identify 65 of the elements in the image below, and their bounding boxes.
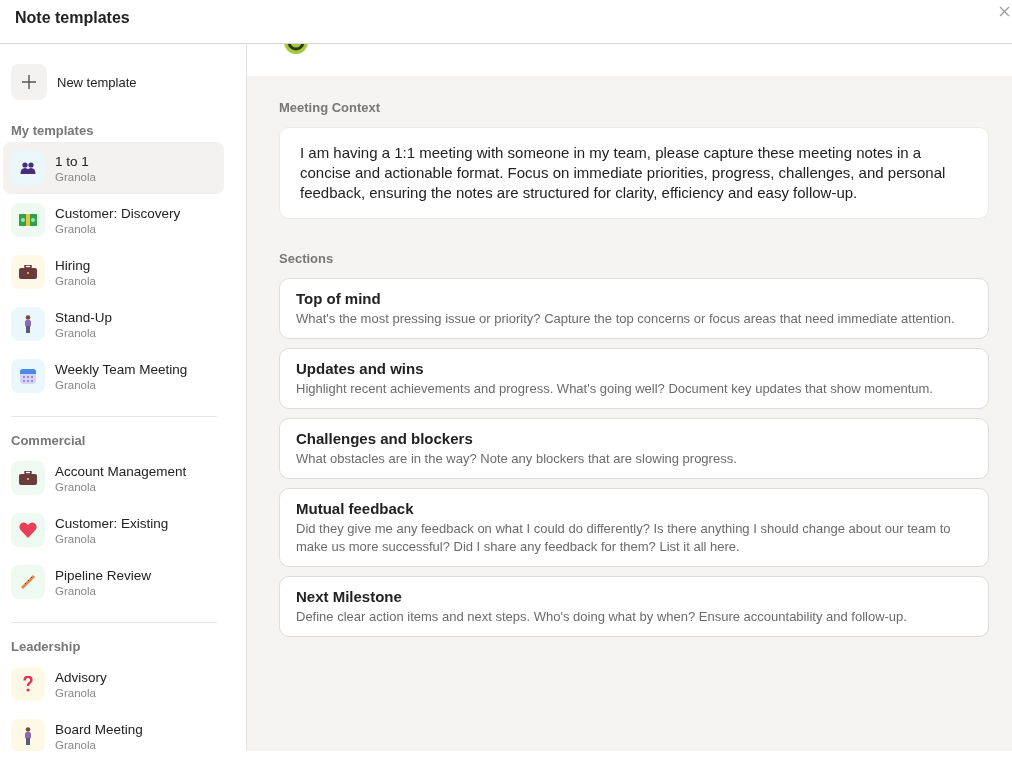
section-title: Mutual feedback [296, 500, 415, 517]
template-name: Advisory [55, 669, 107, 685]
group-title: Leadership [11, 639, 82, 654]
template-name: Board Meeting [55, 721, 143, 737]
ruler-icon [20, 574, 36, 590]
template-author: Granola [55, 326, 97, 339]
template-name: Weekly Team Meeting [55, 361, 188, 377]
section-title: Next Milestone [296, 588, 403, 605]
section-card[interactable] [279, 488, 989, 567]
window-title: Note templates [15, 8, 130, 27]
template-item[interactable]: Board Meeting Granola [3, 710, 217, 751]
template-item[interactable]: Customer: Existing Granola [3, 504, 217, 556]
section-card[interactable]: Top of mind What's the most pressing issue or priority? Capture the top concerns or focus areas that need immediate attention. [279, 278, 989, 339]
section-description: Did they give me any feedback on what I could do differently? Is there anything I should change about our team to make us more successful? Did I share any feedback for them? List it all here. [296, 520, 952, 556]
section-title: Updates and wins [296, 360, 425, 377]
section-card[interactable]: Next Milestone Define clear action items and next steps. Who's doing what by when? Ensure accountability and follow-up. [279, 576, 989, 637]
template-item[interactable]: Hiring Granola [3, 246, 224, 298]
person-icon [24, 727, 32, 745]
template-author: Granola [55, 480, 97, 493]
template-item[interactable]: Advisory Granola [3, 658, 217, 710]
new-template-button[interactable]: New template [3, 64, 145, 100]
section-title: Challenges and blockers [296, 430, 474, 447]
section-description: What's the most pressing issue or priority? Capture the top concerns or focus areas that need immediate attention. [296, 310, 956, 328]
template-author: Granola [55, 170, 96, 183]
template-name: Account Management [55, 463, 187, 479]
template-name: Stand-Up [55, 309, 113, 325]
section-description: Define clear action items and next steps. Who's doing what by when? Ensure accountability and follow-up. [296, 608, 908, 626]
template-name: Customer: Existing [55, 515, 169, 531]
section-description: Highlight recent achievements and progress. What's going well? Document key updates that show momentum. [296, 380, 934, 398]
template-author: Granola [55, 378, 97, 391]
template-name: Hiring [55, 257, 92, 273]
group-title: Commercial [11, 433, 87, 448]
meeting-context-text: I am having a 1:1 meeting with someone in my team, please capture these meeting notes in a concise and actionable format. Focus on immediate priorities, progress, challenges, and personal feedback, ensuring the notes are structured for clarity, efficiency and easy follow-up. [279, 127, 989, 219]
template-author: Granola [55, 584, 97, 597]
calendar-icon [20, 368, 36, 384]
briefcase-icon [19, 471, 37, 485]
template-item[interactable]: Pipeline Review Granola [3, 556, 217, 608]
template-author: Granola [55, 274, 96, 287]
plus-icon [11, 64, 47, 100]
template-item[interactable]: Customer: Discovery Granola [3, 194, 224, 246]
template-item[interactable]: Weekly Team Meeting Granola [3, 350, 224, 402]
template-item[interactable]: 1 to 1 Granola [3, 142, 224, 194]
question-icon [23, 676, 33, 692]
template-name: Pipeline Review [55, 567, 152, 583]
template-item[interactable]: Stand-Up Granola [3, 298, 224, 350]
template-name: 1 to 1 [55, 153, 90, 169]
close-icon [999, 6, 1010, 17]
template-author: Granola [55, 532, 97, 545]
template-item[interactable]: Account Management Granola [3, 452, 217, 504]
banknote-icon [19, 214, 37, 226]
template-author: Granola [55, 738, 97, 751]
section-description: What obstacles are in the way? Note any blockers that are slowing progress. [296, 450, 738, 468]
section-label: Meeting Context [279, 100, 382, 115]
template-author: Granola [55, 222, 97, 235]
people-icon [20, 162, 36, 174]
section-card[interactable]: Updates and wins Highlight recent achievements and progress. What's going well? Document key updates that show momentum. [279, 348, 989, 409]
group-title: My templates [10, 123, 95, 138]
template-name: Customer: Discovery [55, 205, 181, 221]
heart-icon [19, 522, 37, 538]
person-icon [24, 315, 32, 333]
template-author: Granola [55, 686, 97, 699]
section-card[interactable]: Challenges and blockers What obstacles are in the way? Note any blockers that are slowing progress. [279, 418, 989, 479]
section-title: Top of mind [296, 290, 382, 307]
briefcase-icon [19, 265, 37, 279]
section-label: Sections [279, 251, 335, 266]
